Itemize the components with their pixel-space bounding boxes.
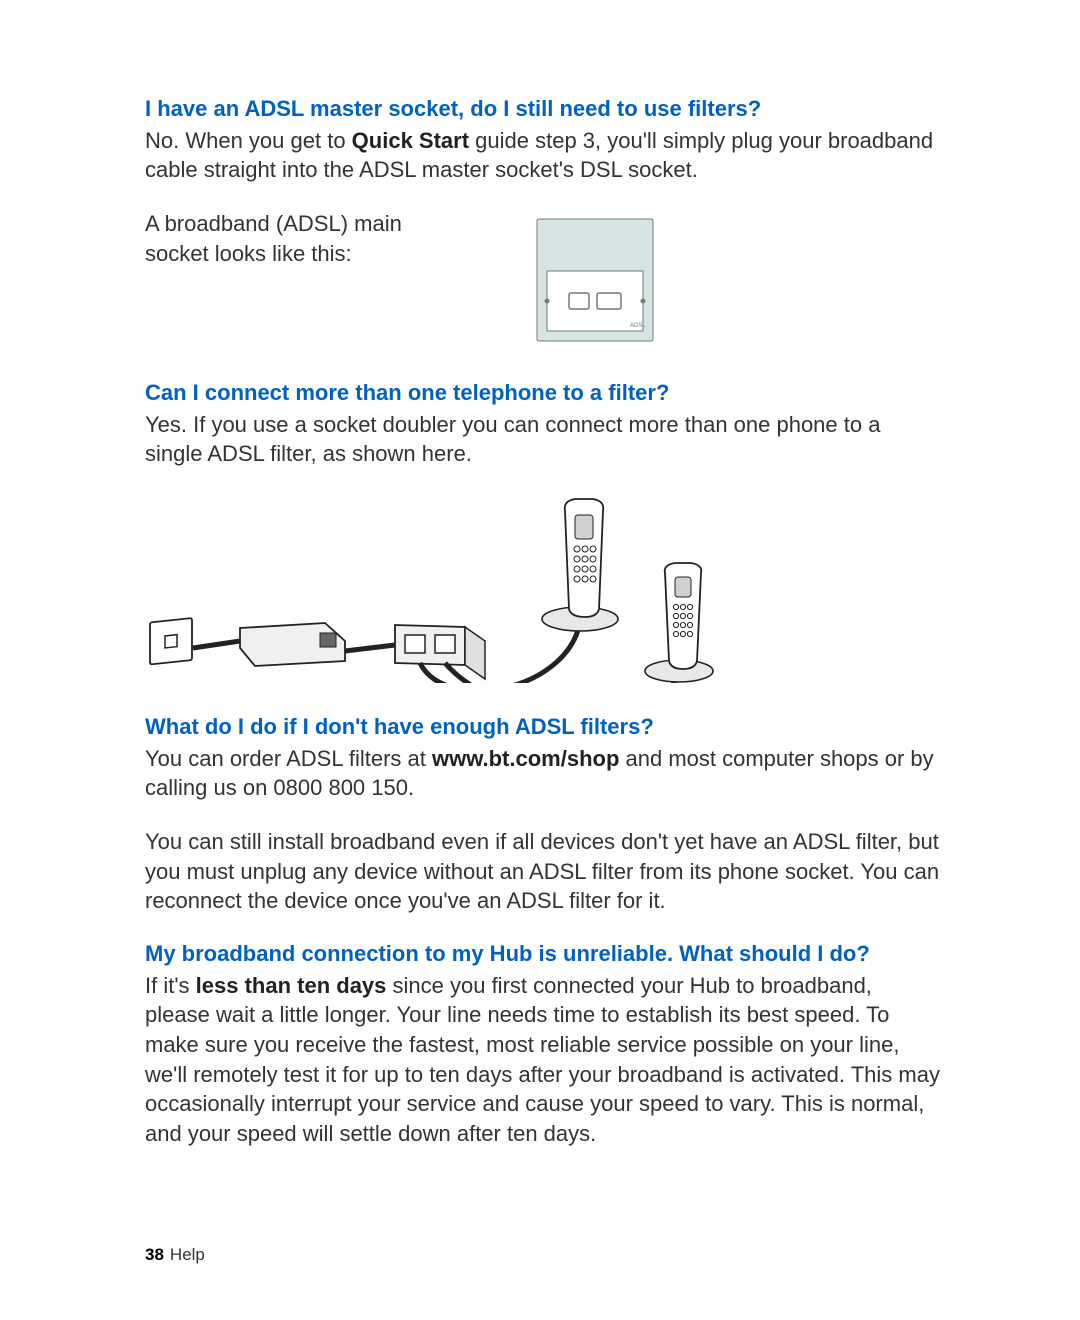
faq-answer-1: No. When you get to Quick Start guide st… xyxy=(145,126,940,185)
adsl-socket-illustration: ADSL xyxy=(525,209,665,349)
illustration-caption: A broadband (ADSL) main socket looks lik… xyxy=(145,209,465,268)
bold-text: www.bt.com/shop xyxy=(432,746,619,771)
page-footer: 38 Help xyxy=(145,1245,205,1265)
text: No. When you get to xyxy=(145,128,352,153)
faq-answer-3b: You can still install broadband even if … xyxy=(145,827,940,916)
socket-illustration-row: A broadband (ADSL) main socket looks lik… xyxy=(145,209,940,349)
text: If it's xyxy=(145,973,196,998)
doubler-diagram xyxy=(145,493,940,683)
faq-question-3: What do I do if I don't have enough ADSL… xyxy=(145,713,940,742)
section-name: Help xyxy=(170,1245,205,1264)
text: since you first connected your Hub to br… xyxy=(145,973,940,1146)
text: You can order ADSL filters at xyxy=(145,746,432,771)
faq-answer-3a: You can order ADSL filters at www.bt.com… xyxy=(145,744,940,803)
faq-question-2: Can I connect more than one telephone to… xyxy=(145,379,940,408)
page: I have an ADSL master socket, do I still… xyxy=(0,0,1080,1320)
faq-question-4: My broadband connection to my Hub is unr… xyxy=(145,940,940,969)
faq-question-1: I have an ADSL master socket, do I still… xyxy=(145,95,940,124)
faq-answer-4: If it's less than ten days since you fir… xyxy=(145,971,940,1149)
page-number: 38 xyxy=(145,1245,164,1264)
svg-text:ADSL: ADSL xyxy=(630,323,646,329)
bold-text: Quick Start xyxy=(352,128,469,153)
faq-answer-2: Yes. If you use a socket doubler you can… xyxy=(145,410,940,469)
bold-text: less than ten days xyxy=(196,973,387,998)
